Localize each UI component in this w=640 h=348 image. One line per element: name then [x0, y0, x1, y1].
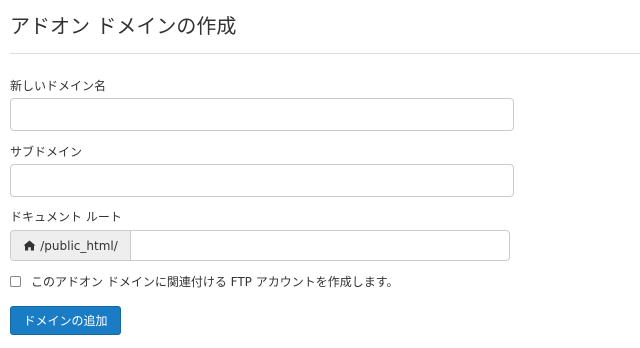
add-domain-button[interactable]: ドメインの追加	[10, 306, 121, 335]
new-domain-label: 新しいドメイン名	[10, 79, 107, 93]
new-domain-input[interactable]	[10, 98, 514, 131]
docroot-input[interactable]	[131, 231, 509, 260]
ftp-checkbox-row[interactable]: このアドオン ドメインに関連付ける FTP アカウントを作成します。	[10, 273, 399, 290]
ftp-checkbox-label: このアドオン ドメインに関連付ける FTP アカウントを作成します。	[31, 275, 399, 289]
title-divider	[10, 53, 640, 54]
ftp-checkbox[interactable]	[10, 276, 21, 287]
docroot-label: ドキュメント ルート	[10, 210, 122, 224]
home-icon	[23, 240, 36, 251]
docroot-input-group: /public_html/	[10, 230, 510, 261]
page-title: アドオン ドメインの作成	[10, 14, 237, 38]
subdomain-label: サブドメイン	[10, 145, 83, 159]
page: アドオン ドメインの作成 新しいドメイン名 サブドメイン ドキュメント ルート …	[0, 0, 640, 348]
docroot-prefix: /public_html/	[11, 231, 131, 260]
subdomain-input[interactable]	[10, 164, 514, 197]
docroot-prefix-text: /public_html/	[40, 238, 118, 253]
